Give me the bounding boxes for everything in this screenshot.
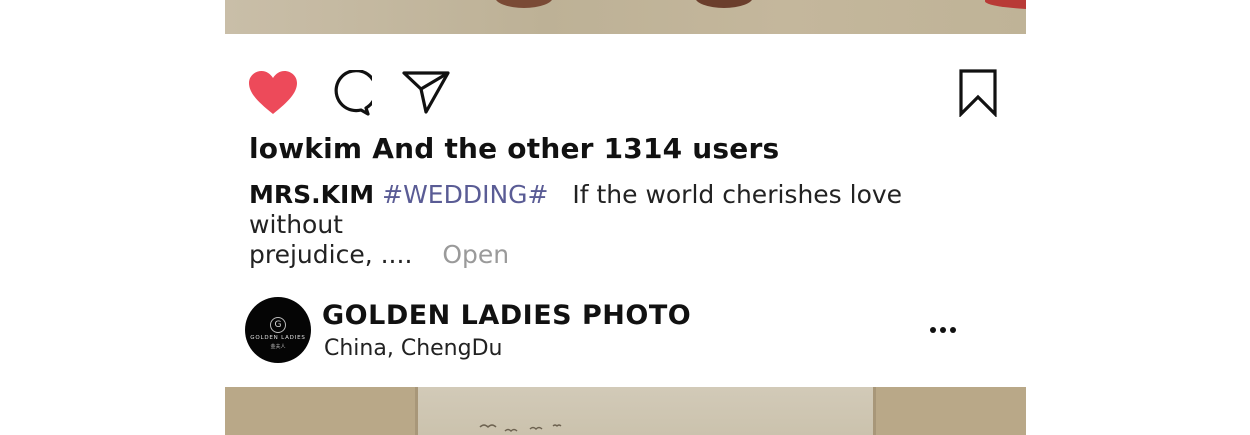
bookmark-icon[interactable] [958,69,998,117]
post-action-bar [0,0,1250,120]
brand-logo-text: GOLDEN LADIES [250,335,306,341]
dot [940,327,946,333]
account-name[interactable]: GOLDEN LADIES PHOTO [322,300,691,331]
heart-icon[interactable] [248,70,298,116]
paper-plane-icon[interactable] [401,69,451,115]
next-post-header: G GOLDEN LADIES 金夫人 GOLDEN LADIES PHOTO … [0,290,1250,370]
dot [950,327,956,333]
caption-text-line2: prejudice, .... [249,240,413,269]
dot [930,327,936,333]
likes-summary[interactable]: lowkim And the other 1314 users [249,132,779,165]
caption-hashtag[interactable]: #WEDDING# [382,180,548,209]
comment-bubble-icon[interactable] [326,70,372,116]
post-location[interactable]: China, ChengDu [324,336,502,361]
avatar[interactable]: G GOLDEN LADIES 金夫人 [245,297,311,363]
post-image-bottom[interactable] [225,387,1026,435]
birds-illustration [479,424,562,433]
more-dots-icon[interactable] [928,325,958,335]
post-caption: MRS.KIM #WEDDING# If the world cherishes… [249,180,949,270]
caption-open-link[interactable]: Open [442,240,509,269]
brand-logo-mark: G [270,317,286,333]
caption-author[interactable]: MRS.KIM [249,180,374,209]
brand-logo-subtext: 金夫人 [270,344,286,350]
